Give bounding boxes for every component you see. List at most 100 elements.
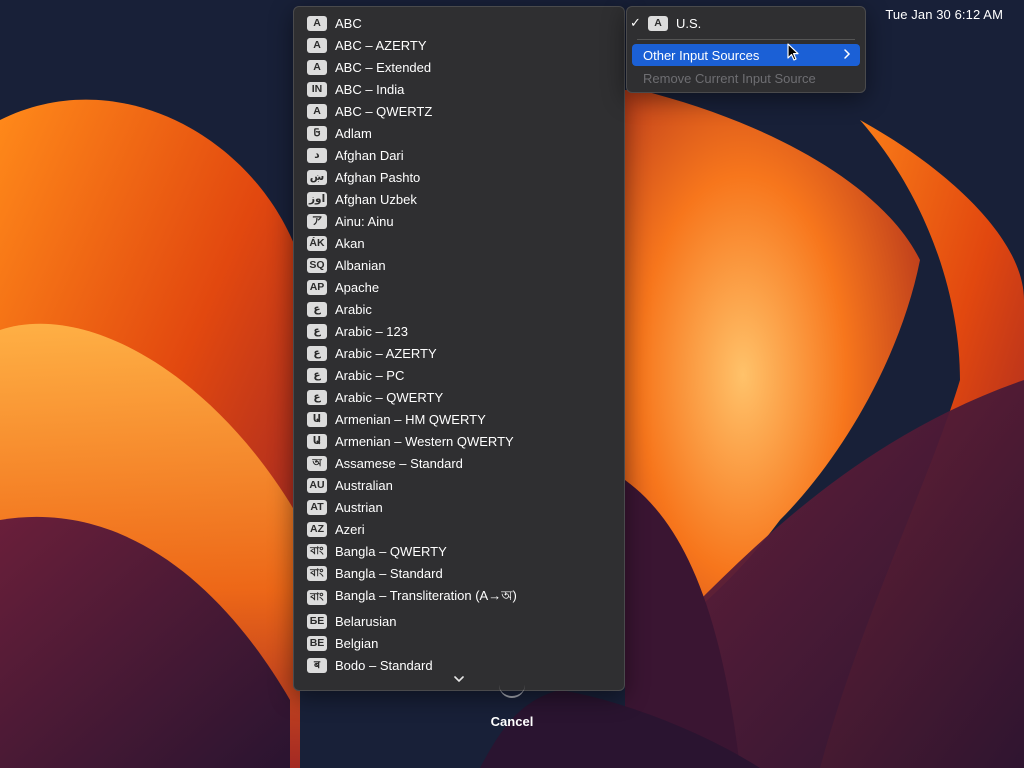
source-badge: ع	[307, 323, 327, 339]
cancel-ring-icon	[499, 682, 525, 698]
input-source-item[interactable]: ښ Afghan Pashto	[294, 166, 624, 188]
source-badge: A	[307, 15, 327, 31]
chevron-right-icon	[844, 49, 851, 59]
source-badge: AU	[307, 477, 327, 493]
source-badge: د	[307, 147, 327, 163]
input-source-item[interactable]: A ABC – Extended	[294, 56, 624, 78]
cancel-control[interactable]: Cancel	[470, 690, 554, 729]
input-menu: ✓ A U.S. Other Input Sources Remove Curr…	[626, 6, 866, 93]
source-badge: Ա	[307, 433, 327, 449]
source-label: Belarusian	[335, 613, 397, 629]
source-badge: ع	[307, 367, 327, 383]
source-label: Armenian – HM QWERTY	[335, 411, 486, 427]
input-source-item[interactable]: Ա Armenian – Western QWERTY	[294, 430, 624, 452]
source-badge: A	[307, 37, 327, 53]
source-label: Arabic – AZERTY	[335, 345, 437, 361]
source-badge: ÁK	[307, 235, 327, 251]
source-label: Arabic – PC	[335, 367, 405, 383]
input-source-item[interactable]: 𞤀 Adlam	[294, 122, 624, 144]
source-label: Bangla – QWERTY	[335, 543, 447, 559]
input-source-list[interactable]: A ABC A ABC – AZERTY A ABC – Extended IN ABC – …	[293, 6, 625, 691]
input-source-item[interactable]: د Afghan Dari	[294, 144, 624, 166]
source-label: Ainu: Ainu	[335, 213, 394, 229]
source-label: Armenian – Western QWERTY	[335, 433, 514, 449]
source-label: Arabic – QWERTY	[335, 389, 444, 405]
source-label: Belgian	[335, 635, 379, 651]
source-label: Arabic – 123	[335, 323, 408, 339]
source-label: Australian	[335, 477, 393, 493]
remove-source-label: Remove Current Input Source	[643, 70, 816, 86]
source-badge: AT	[307, 499, 327, 515]
source-label: Afghan Dari	[335, 147, 404, 163]
chevron-down-icon	[454, 675, 464, 682]
other-sources-label: Other Input Sources	[643, 47, 760, 63]
source-badge: অ	[307, 455, 327, 471]
source-label: Bangla – Transliteration (A→অ)	[335, 587, 517, 603]
input-source-item[interactable]: AT Austrian	[294, 496, 624, 518]
input-source-item[interactable]: অ Assamese – Standard	[294, 452, 624, 474]
input-source-item[interactable]: A ABC – QWERTZ	[294, 100, 624, 122]
source-label: Bangla – Standard	[335, 565, 443, 581]
source-label: ABC	[335, 15, 362, 31]
source-label: Austrian	[335, 499, 383, 515]
source-label: Assamese – Standard	[335, 455, 463, 471]
input-source-item[interactable]: ع Arabic	[294, 298, 624, 320]
input-source-item[interactable]: БЕ Belarusian	[294, 610, 624, 632]
source-badge: বাং	[307, 543, 327, 559]
source-label: Azeri	[335, 521, 365, 537]
input-source-item[interactable]: اوز Afghan Uzbek	[294, 188, 624, 210]
input-source-item[interactable]: ع Arabic – 123	[294, 320, 624, 342]
menu-item-other-input-sources[interactable]: Other Input Sources	[632, 44, 860, 66]
source-badge: BE	[307, 635, 327, 651]
input-source-item[interactable]: বাং Bangla – QWERTY	[294, 540, 624, 562]
source-label: Albanian	[335, 257, 386, 273]
source-badge: A	[648, 15, 668, 31]
source-label: ABC – Extended	[335, 59, 432, 75]
input-source-item[interactable]: AP Apache	[294, 276, 624, 298]
menubar-clock[interactable]: Tue Jan 30 6:12 AM	[885, 7, 1003, 22]
source-badge: ع	[307, 389, 327, 405]
menu-item-remove-input-source: Remove Current Input Source	[632, 67, 860, 89]
input-source-item[interactable]: SQ Albanian	[294, 254, 624, 276]
input-source-item[interactable]: Ա Armenian – HM QWERTY	[294, 408, 624, 430]
input-source-item[interactable]: ア Ainu: Ainu	[294, 210, 624, 232]
input-source-item[interactable]: AZ Azeri	[294, 518, 624, 540]
menu-separator	[637, 39, 855, 40]
input-source-item[interactable]: A ABC – AZERTY	[294, 34, 624, 56]
input-source-item[interactable]: AU Australian	[294, 474, 624, 496]
source-badge: IN	[307, 81, 327, 97]
source-label: Akan	[335, 235, 365, 251]
source-badge: SQ	[307, 257, 327, 273]
source-badge: ښ	[307, 169, 327, 185]
source-badge: A	[307, 59, 327, 75]
source-label: Arabic	[335, 301, 372, 317]
input-source-item[interactable]: ع Arabic – AZERTY	[294, 342, 624, 364]
source-badge: A	[307, 103, 327, 119]
source-label: ABC – QWERTZ	[335, 103, 433, 119]
input-source-item[interactable]: ع Arabic – PC	[294, 364, 624, 386]
input-source-item[interactable]: IN ABC – India	[294, 78, 624, 100]
source-badge: Ա	[307, 411, 327, 427]
input-source-item[interactable]: বাং Bangla – Standard	[294, 562, 624, 584]
menu-item-current-source[interactable]: ✓ A U.S.	[630, 12, 860, 34]
input-source-item[interactable]: ع Arabic – QWERTY	[294, 386, 624, 408]
current-source-label: U.S.	[676, 15, 702, 31]
source-label: ABC – AZERTY	[335, 37, 427, 53]
input-source-item[interactable]: ÁK Akan	[294, 232, 624, 254]
input-source-items: A ABC A ABC – AZERTY A ABC – Extended IN ABC – …	[294, 7, 624, 676]
source-label: ABC – India	[335, 81, 405, 97]
source-badge: 𞤀	[307, 125, 327, 141]
scroll-down-arrow[interactable]	[294, 670, 624, 688]
checkmark-icon: ✓	[630, 15, 641, 30]
source-label: Afghan Uzbek	[335, 191, 417, 207]
source-badge: AZ	[307, 521, 327, 537]
source-badge: ع	[307, 301, 327, 317]
source-badge: БЕ	[307, 613, 327, 629]
source-badge: বাং	[307, 565, 327, 581]
input-source-item[interactable]: BE Belgian	[294, 632, 624, 654]
source-badge: اوز	[307, 191, 328, 207]
source-badge: বাং	[307, 589, 327, 605]
input-source-item[interactable]: বাং Bangla – Transliteration (A→অ)	[294, 584, 624, 610]
input-source-item[interactable]: A ABC	[294, 12, 624, 34]
cancel-label[interactable]: Cancel	[470, 714, 554, 729]
